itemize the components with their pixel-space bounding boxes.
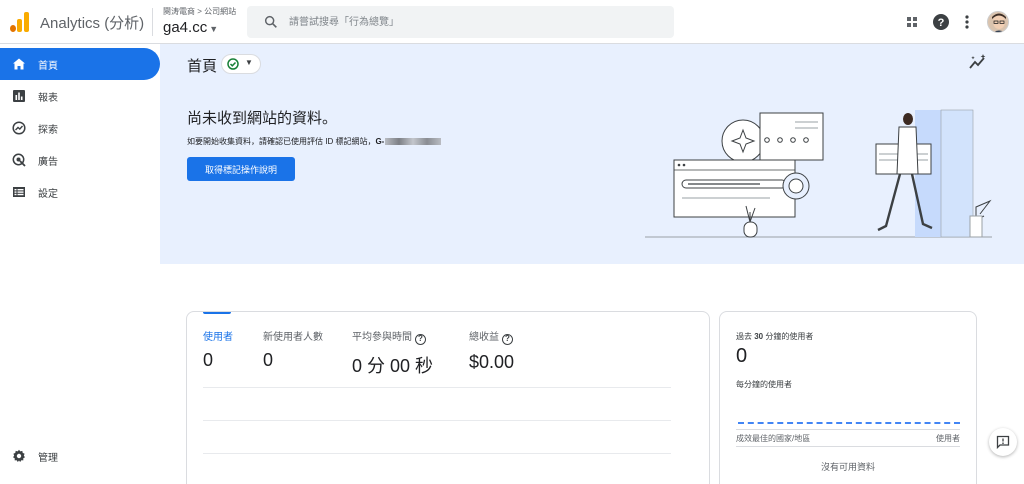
apps-grid-icon[interactable] (903, 13, 921, 31)
setup-banner: 首頁 ▼ 尚未收到網站的資料。 如要開始收集資料，請確認已使用評估 ID 標記網… (160, 44, 1024, 264)
realtime-title-suffix: 分鐘的使用者 (763, 332, 814, 341)
metric-label: 新使用者人數 (263, 332, 323, 343)
avatar[interactable] (987, 11, 1009, 33)
get-tagging-instructions-button[interactable]: 取得標記操作說明 (187, 157, 295, 181)
measurement-id-prefix: G- (375, 137, 385, 146)
metric-value: 0 分 00 秒 (352, 356, 434, 376)
gear-icon (13, 449, 25, 462)
feedback-icon (996, 435, 1010, 449)
metric-label: 使用者 (203, 332, 233, 343)
realtime-card: 過去 30 分鐘的使用者 0 每分鐘的使用者 成效最佳的國家/地區 使用者 沒有… (719, 311, 977, 484)
realtime-title-minutes: 30 (754, 332, 764, 341)
property-name: ga4.cc (163, 19, 208, 36)
sidebar-item-configure[interactable]: 設定 (0, 176, 160, 208)
realtime-title: 過去 30 分鐘的使用者 (736, 331, 813, 342)
help-icon[interactable]: ? (932, 13, 950, 31)
sidebar-item-home[interactable]: 首頁 (0, 48, 160, 80)
chart-gridline (203, 453, 671, 454)
sidebar: 首頁 報表 探索 廣告 設定 管理 (0, 44, 160, 484)
column-header-users: 使用者 (936, 434, 960, 443)
feedback-button[interactable] (989, 428, 1017, 456)
metric-avg-engagement-time[interactable]: 平均參與時間? 0 分 00 秒 (352, 328, 433, 378)
no-data-message: 沒有可用資料 (820, 462, 875, 472)
metric-label: 平均參與時間 (352, 332, 412, 343)
search-icon (264, 15, 277, 28)
sidebar-item-admin[interactable]: 管理 (0, 440, 160, 472)
account-breadcrumb[interactable]: 闋涛電商 > 公司網站 (163, 6, 236, 17)
metric-users[interactable]: 使用者 0 (203, 328, 233, 371)
sidebar-item-ads[interactable]: 廣告 (0, 144, 160, 176)
realtime-users-value: 0 (736, 345, 748, 367)
realtime-title-prefix: 過去 (736, 332, 755, 341)
metric-label: 總收益 (469, 332, 499, 343)
sidebar-item-label: 廣告 (38, 157, 58, 168)
metric-value: 0 (263, 350, 274, 370)
metrics-overview-card: 使用者 0 新使用者人數 0 平均參與時間? 0 分 00 秒 總收益? $0.… (186, 311, 710, 484)
data-status-chip[interactable]: ▼ (221, 54, 261, 74)
help-icon[interactable]: ? (415, 334, 426, 345)
chevron-down-icon: ▼ (245, 58, 253, 67)
selected-metric-indicator (203, 312, 231, 314)
top-bar: Analytics (分析) 闋涛電商 > 公司網站 ga4.cc▼ ? (0, 0, 1024, 44)
property-selector[interactable]: ga4.cc ▼ (163, 19, 218, 36)
search-bar[interactable] (247, 6, 674, 38)
chart-gridline (203, 387, 671, 388)
sidebar-item-label: 首頁 (38, 61, 58, 72)
sidebar-item-label: 報表 (38, 93, 58, 104)
setup-description-text: 如要開始收集資料，請確認已使用評估 ID 標記網站， (187, 137, 376, 146)
metric-total-revenue[interactable]: 總收益? $0.00 (469, 328, 514, 373)
svg-text:?: ? (938, 17, 945, 29)
metric-new-users[interactable]: 新使用者人數 0 (263, 328, 323, 371)
insights-icon[interactable] (968, 53, 988, 73)
redacted-measurement-id (385, 138, 442, 146)
per-minute-chart (738, 422, 960, 425)
table-divider (736, 446, 960, 447)
setup-illustration (645, 109, 992, 238)
chart-gridline (203, 420, 671, 421)
setup-description: 如要開始收集資料，請確認已使用評估 ID 標記網站，G- (187, 136, 442, 147)
table-divider (736, 429, 960, 430)
check-circle-icon (227, 58, 239, 70)
list-icon (13, 187, 25, 197)
analytics-logo-icon[interactable] (10, 12, 30, 32)
page-title: 首頁 (187, 58, 218, 75)
ads-icon (12, 153, 26, 167)
per-minute-label: 每分鐘的使用者 (736, 380, 792, 389)
column-header-country: 成效最佳的國家/地區 (736, 434, 811, 443)
chevron-down-icon: ▼ (209, 24, 219, 34)
sidebar-item-explore[interactable]: 探索 (0, 112, 160, 144)
home-icon (13, 58, 25, 70)
bar-chart-icon (13, 90, 25, 102)
sidebar-item-reports[interactable]: 報表 (0, 80, 160, 112)
app-title: Analytics (分析) (40, 15, 145, 32)
search-input[interactable] (289, 12, 649, 32)
sidebar-item-label: 管理 (38, 453, 58, 464)
metric-value: $0.00 (469, 352, 515, 372)
explore-icon (12, 121, 26, 135)
help-icon[interactable]: ? (502, 334, 513, 345)
no-data-heading: 尚未收到網站的資料。 (187, 110, 338, 127)
sidebar-item-label: 設定 (38, 189, 58, 200)
metric-value: 0 (203, 350, 214, 370)
sidebar-item-label: 探索 (38, 125, 58, 136)
more-vert-icon[interactable] (958, 13, 976, 31)
header-divider (152, 8, 153, 36)
